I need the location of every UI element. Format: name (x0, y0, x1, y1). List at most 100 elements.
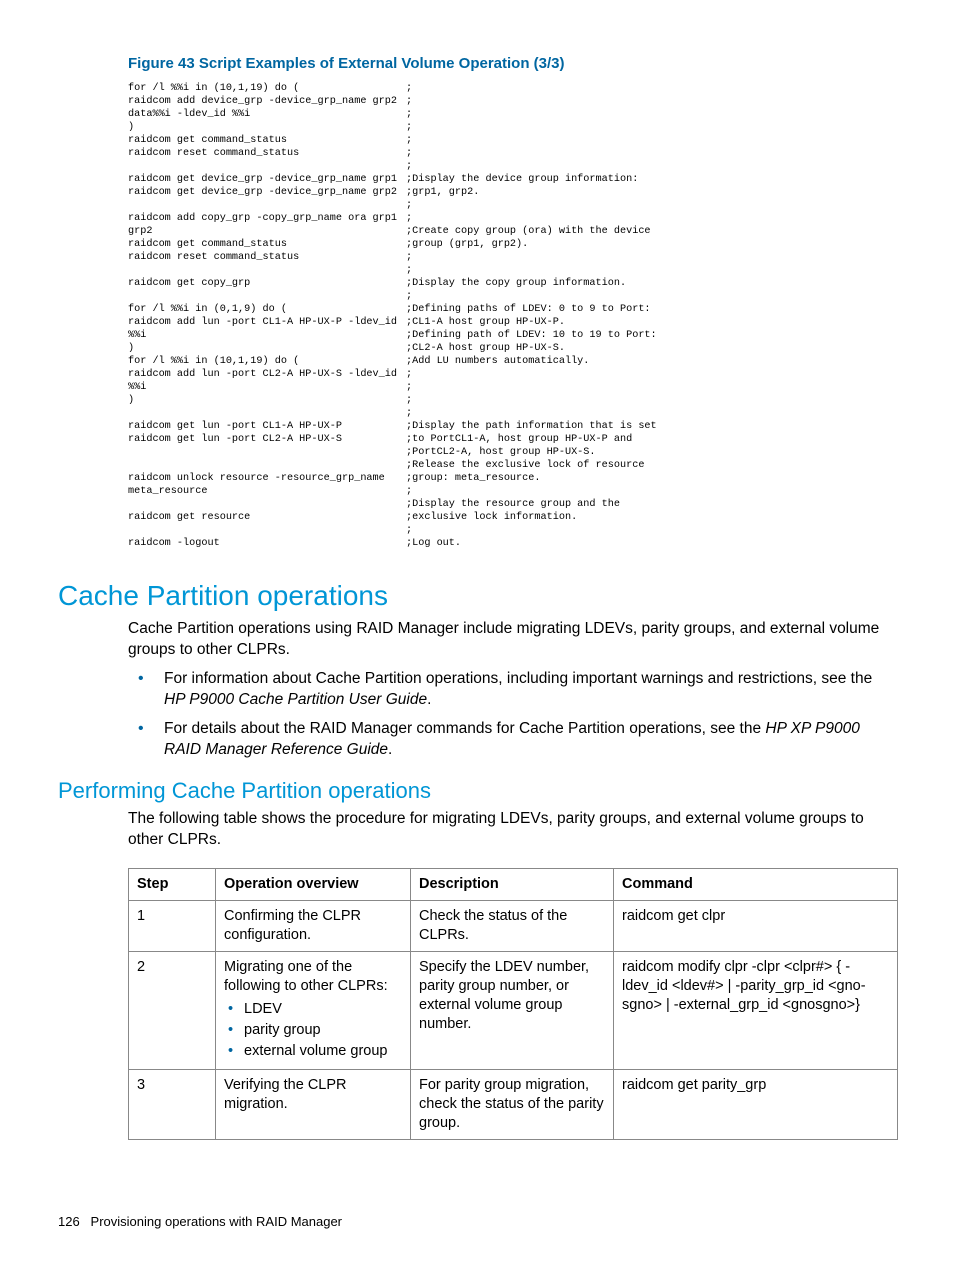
table-row: 2Migrating one of the following to other… (129, 952, 898, 1070)
script-command: ) (128, 394, 406, 407)
script-comment: ; (406, 381, 412, 394)
inner-list-item: parity group (224, 1021, 402, 1040)
script-comment: ; (406, 524, 412, 537)
script-line: ; (128, 524, 896, 537)
col-header-command: Command (614, 869, 898, 901)
script-command (128, 524, 406, 537)
script-comment: ;to PortCL1-A, host group HP-UX-P and (406, 433, 632, 446)
script-comment: ; (406, 368, 412, 381)
script-command: raidcom get lun -port CL1-A HP-UX-P (128, 420, 406, 433)
procedure-table: Step Operation overview Description Comm… (128, 868, 898, 1140)
doc-ref: HP P9000 Cache Partition User Guide (164, 691, 427, 708)
cell-description: For parity group migration, check the st… (411, 1070, 614, 1140)
inner-list-item: external volume group (224, 1042, 402, 1061)
script-line: meta_resource; (128, 485, 896, 498)
script-comment: ;group (grp1, grp2). (406, 238, 528, 251)
script-command (128, 446, 406, 459)
cell-operation: Confirming the CLPR configuration. (216, 901, 411, 952)
bullet-text: . (388, 741, 392, 758)
script-comment: ;Create copy group (ora) with the device (406, 225, 651, 238)
intro-paragraph: Cache Partition operations using RAID Ma… (128, 618, 896, 660)
script-line: ); (128, 121, 896, 134)
script-command: data%%i -ldev_id %%i (128, 108, 406, 121)
script-line: raidcom unlock resource -resource_grp_na… (128, 472, 896, 485)
bullet-text: . (427, 691, 431, 708)
script-line: grp2;Create copy group (ora) with the de… (128, 225, 896, 238)
script-comment: ;Display the copy group information. (406, 277, 626, 290)
script-line: raidcom get device_grp -device_grp_name … (128, 173, 896, 186)
bullet-text: For details about the RAID Manager comma… (164, 720, 765, 737)
script-comment: ; (406, 212, 412, 225)
section-heading: Cache Partition operations (58, 580, 896, 612)
script-comment: ; (406, 394, 412, 407)
bullet-list: For information about Cache Partition op… (128, 668, 896, 760)
col-header-step: Step (129, 869, 216, 901)
inner-list-item: LDEV (224, 1000, 402, 1019)
script-command: raidcom add lun -port CL2-A HP-UX-S -lde… (128, 368, 406, 381)
script-command: raidcom get device_grp -device_grp_name … (128, 186, 406, 199)
script-line: raidcom get resource;exclusive lock info… (128, 511, 896, 524)
script-comment: ;CL2-A host group HP-UX-S. (406, 342, 565, 355)
script-line: ; (128, 160, 896, 173)
script-line: raidcom add lun -port CL1-A HP-UX-P -lde… (128, 316, 896, 329)
script-command: raidcom unlock resource -resource_grp_na… (128, 472, 406, 485)
script-command: ) (128, 121, 406, 134)
script-line: %%i;Defining path of LDEV: 10 to 19 to P… (128, 329, 896, 342)
list-item: For details about the RAID Manager comma… (128, 718, 896, 760)
col-header-description: Description (411, 869, 614, 901)
script-line: raidcom get device_grp -device_grp_name … (128, 186, 896, 199)
script-line: ; (128, 199, 896, 212)
script-command: raidcom get command_status (128, 134, 406, 147)
script-command (128, 290, 406, 303)
cell-description: Specify the LDEV number, parity group nu… (411, 952, 614, 1070)
script-command: ) (128, 342, 406, 355)
script-line: %%i; (128, 381, 896, 394)
script-comment: ;Display the device group information: (406, 173, 638, 186)
script-command: raidcom add copy_grp -copy_grp_name ora … (128, 212, 406, 225)
script-command (128, 199, 406, 212)
script-comment: ;Add LU numbers automatically. (406, 355, 589, 368)
script-command: raidcom add lun -port CL1-A HP-UX-P -lde… (128, 316, 406, 329)
cell-step: 1 (129, 901, 216, 952)
script-comment: ;Display the path information that is se… (406, 420, 657, 433)
script-comment: ;Log out. (406, 537, 461, 550)
script-line: ;PortCL2-A, host group HP-UX-S. (128, 446, 896, 459)
script-command: for /l %%i in (10,1,19) do ( (128, 355, 406, 368)
script-line: raidcom -logout;Log out. (128, 537, 896, 550)
script-command (128, 498, 406, 511)
script-command: meta_resource (128, 485, 406, 498)
cell-step: 2 (129, 952, 216, 1070)
script-comment: ; (406, 160, 412, 173)
script-line: );CL2-A host group HP-UX-S. (128, 342, 896, 355)
script-line: raidcom add copy_grp -copy_grp_name ora … (128, 212, 896, 225)
subsection-heading: Performing Cache Partition operations (58, 778, 896, 804)
bullet-text: For information about Cache Partition op… (164, 670, 872, 687)
script-command: raidcom get device_grp -device_grp_name … (128, 173, 406, 186)
cell-command: raidcom get clpr (614, 901, 898, 952)
table-row: 3Verifying the CLPR migration.For parity… (129, 1070, 898, 1140)
script-command: for /l %%i in (10,1,19) do ( (128, 82, 406, 95)
script-comment: ; (406, 95, 412, 108)
footer-text: Provisioning operations with RAID Manage… (91, 1214, 342, 1229)
sub-intro-paragraph: The following table shows the procedure … (128, 808, 896, 850)
script-line: data%%i -ldev_id %%i; (128, 108, 896, 121)
cell-command: raidcom modify clpr -clpr <clpr#> { -lde… (614, 952, 898, 1070)
cell-description: Check the status of the CLPRs. (411, 901, 614, 952)
script-line: ; (128, 407, 896, 420)
script-comment: ;grp1, grp2. (406, 186, 479, 199)
script-line: ; (128, 290, 896, 303)
script-command: for /l %%i in (0,1,9) do ( (128, 303, 406, 316)
script-comment: ;PortCL2-A, host group HP-UX-S. (406, 446, 596, 459)
script-comment: ; (406, 485, 412, 498)
script-comment: ;Release the exclusive lock of resource (406, 459, 644, 472)
col-header-operation: Operation overview (216, 869, 411, 901)
script-comment: ;group: meta_resource. (406, 472, 541, 485)
script-comment: ;Defining path of LDEV: 10 to 19 to Port… (406, 329, 657, 342)
script-line: raidcom get command_status; (128, 134, 896, 147)
script-comment: ; (406, 407, 412, 420)
script-command (128, 264, 406, 277)
script-comment: ; (406, 264, 412, 277)
script-line: ;Release the exclusive lock of resource (128, 459, 896, 472)
page-number: 126 (58, 1214, 80, 1229)
script-command: %%i (128, 329, 406, 342)
